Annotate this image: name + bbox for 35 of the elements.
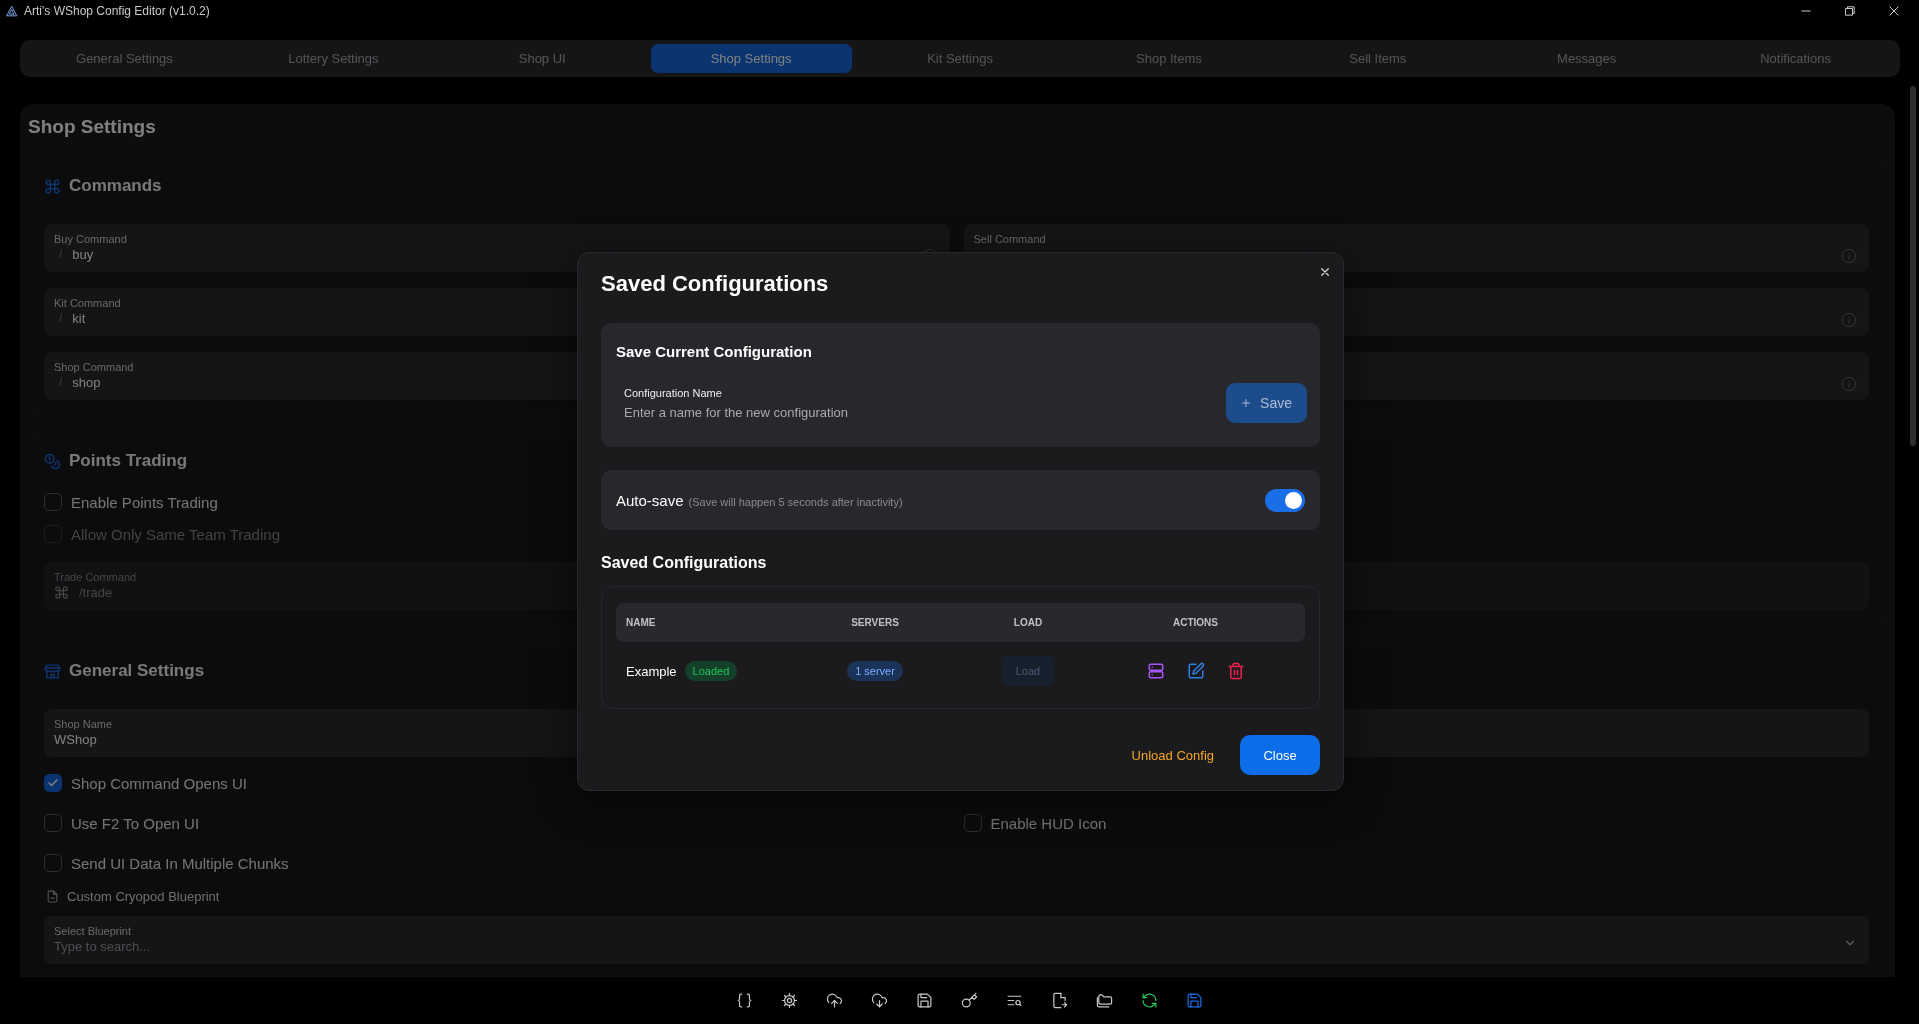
- section-title: General Settings: [69, 661, 205, 681]
- window-title: Arti's WShop Config Editor (v1.0.2): [24, 4, 210, 18]
- column-header: SERVERS: [850, 617, 900, 628]
- server-count-badge: 1 server: [847, 661, 903, 681]
- field-label: Buy Command: [54, 233, 127, 245]
- checkbox-label: Enable Points Trading: [71, 493, 218, 511]
- prefix-text: /: [58, 375, 63, 389]
- section-title: Points Trading: [69, 451, 188, 471]
- field-label: Shop Name: [54, 718, 113, 730]
- field-label: Shop Command: [54, 361, 134, 373]
- field-label: Kit Command: [54, 297, 121, 309]
- hint-text: (Save will happen 5 seconds after inactivity): [688, 495, 903, 508]
- placeholder-text: Type to search...: [54, 938, 151, 954]
- status-badge: Loaded: [684, 661, 738, 681]
- table-cell: Example: [626, 663, 677, 679]
- prefix-text: /: [58, 247, 63, 261]
- field-value: WShop: [54, 731, 97, 747]
- column-header: NAME: [625, 617, 657, 628]
- page-title: Shop Settings: [28, 116, 157, 139]
- prefix-text: /: [58, 311, 63, 325]
- field-value: buy: [72, 246, 94, 262]
- checkbox-label: Use F2 To Open UI: [71, 814, 200, 832]
- field-label: Select Blueprint: [54, 925, 132, 937]
- field-label: Sell Command: [973, 233, 1046, 245]
- checkbox-label: Send UI Data In Multiple Chunks: [71, 854, 289, 872]
- section-title: Commands: [69, 176, 162, 196]
- autosave-label: Auto-save: [616, 491, 684, 509]
- field-label: Custom Cryopod Blueprint: [67, 889, 220, 904]
- field-value: kit: [72, 310, 86, 326]
- column-header: LOAD: [1012, 617, 1044, 628]
- field-value: shop: [72, 374, 101, 390]
- field-label: Configuration Name: [624, 386, 723, 399]
- checkbox-label: Enable HUD Icon: [990, 814, 1107, 832]
- checkbox-label: Shop Command Opens UI: [71, 774, 247, 792]
- column-header: ACTIONS: [1172, 617, 1219, 628]
